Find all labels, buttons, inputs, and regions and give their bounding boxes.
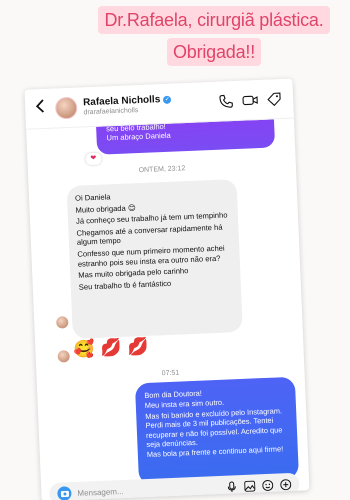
verified-icon: ✓: [163, 95, 172, 104]
caption-line-2: Obrigada!!: [166, 38, 262, 66]
incoming-message[interactable]: Oi Daniela Muito obrigada 😊 Já conheço s…: [66, 178, 243, 339]
camera-icon[interactable]: [57, 486, 72, 500]
gallery-icon[interactable]: [243, 479, 255, 492]
sticker-icon[interactable]: [261, 479, 273, 491]
timestamp-yesterday: ONTEM, 23:12: [138, 165, 186, 175]
microphone-icon[interactable]: [225, 480, 237, 492]
dm-screenshot: seu belo trabalho! Um abraço Daniela ❤ R…: [24, 78, 310, 500]
add-icon[interactable]: [279, 478, 291, 490]
tag-icon[interactable]: [265, 89, 284, 108]
message-input[interactable]: Mensagem...: [77, 486, 124, 497]
video-icon[interactable]: [241, 90, 260, 109]
outgoing-line: Mas foi banido e excluído pelo Instagram…: [145, 406, 283, 450]
back-icon[interactable]: [35, 99, 50, 119]
phone-icon[interactable]: [217, 91, 236, 110]
emoji-message[interactable]: 🥰 💋 💋: [73, 337, 149, 360]
avatar[interactable]: [54, 96, 78, 120]
caption-line-1: Dr.Rafaela, cirurgiã plástica.: [98, 6, 330, 34]
sender-avatar: [56, 316, 69, 329]
heart-reaction-icon[interactable]: ❤: [85, 152, 102, 166]
contact-info[interactable]: Rafaela Nicholls ✓ drarafaelanicholls: [83, 92, 212, 116]
kiss-mark-emoji: 💋: [100, 337, 123, 358]
sender-avatar: [57, 350, 70, 363]
outgoing-message[interactable]: Bom dia Doutora! Meu insta era sim outro…: [134, 376, 300, 486]
story-caption: Dr.Rafaela, cirurgiã plástica. Obrigada!…: [85, 6, 343, 68]
smiling-face-hearts-emoji: 🥰: [73, 339, 95, 359]
kiss-mark-emoji: 💋: [127, 336, 150, 357]
